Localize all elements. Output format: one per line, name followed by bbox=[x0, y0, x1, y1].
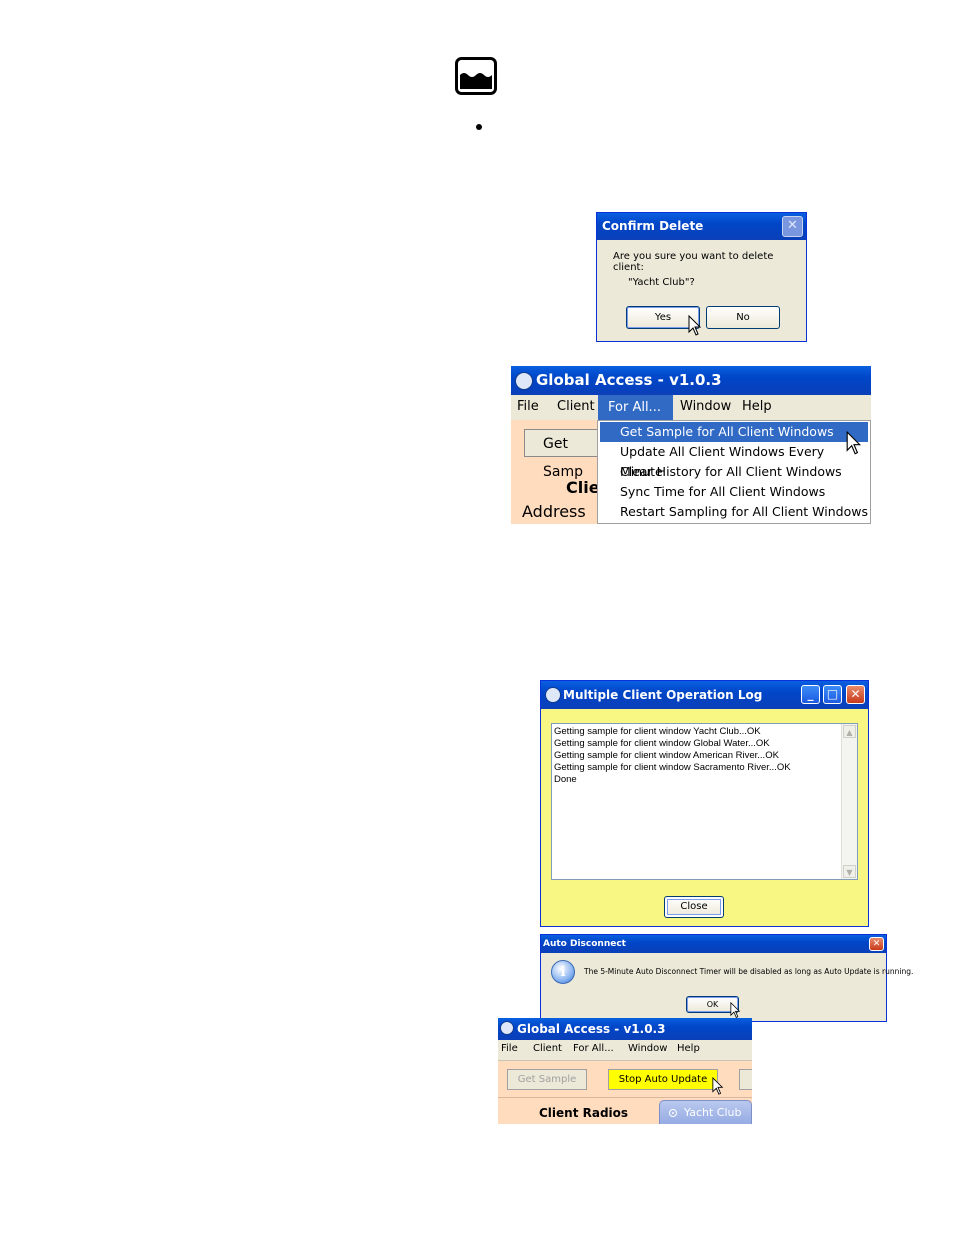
toolbar-button-partial[interactable] bbox=[739, 1069, 752, 1090]
tab-yacht-club[interactable]: Yacht Club bbox=[659, 1100, 752, 1124]
for-all-dropdown-menu: Get Sample for All Client Windows Update… bbox=[597, 420, 871, 524]
close-icon[interactable]: ✕ bbox=[869, 937, 884, 951]
mouse-cursor-icon bbox=[730, 1002, 741, 1018]
auto-disconnect-dialog: Auto Disconnect ✕ i The 5-Minute Auto Di… bbox=[540, 934, 913, 1022]
menu-file[interactable]: File bbox=[517, 399, 539, 414]
minimize-icon[interactable]: _ bbox=[801, 685, 820, 704]
menu-for-all[interactable]: For All... bbox=[598, 395, 673, 420]
log-line: Getting sample for client window Sacrame… bbox=[554, 762, 791, 773]
clients-heading: Clie bbox=[566, 478, 600, 497]
menu-item-sync-time-all[interactable]: Sync Time for All Client Windows bbox=[600, 482, 868, 502]
menu-bar: File Client For All... Window Help bbox=[511, 395, 871, 421]
global-access-window-2: Global Access - v1.0.3 File Client For A… bbox=[498, 1018, 752, 1124]
app-icon bbox=[545, 687, 561, 703]
bullet bbox=[476, 124, 482, 130]
dialog-title: Auto Disconnect bbox=[543, 939, 626, 949]
log-line: Getting sample for client window Yacht C… bbox=[554, 726, 761, 737]
water-waves-icon bbox=[455, 57, 497, 95]
scroll-up-icon[interactable]: ▲ bbox=[843, 725, 856, 738]
menu-help[interactable]: Help bbox=[677, 1043, 700, 1054]
radio-dot-icon bbox=[669, 1109, 677, 1117]
menu-help[interactable]: Help bbox=[742, 399, 772, 414]
menu-item-restart-sampling-all[interactable]: Restart Sampling for All Client Windows bbox=[600, 502, 868, 522]
menu-window[interactable]: Window bbox=[628, 1043, 667, 1054]
main-panel: Get Samp Clie Address B bbox=[511, 420, 604, 524]
dialog-title-bar: Auto Disconnect ✕ bbox=[541, 935, 886, 953]
window-title-bar: Global Access - v1.0.3 bbox=[511, 366, 871, 395]
menu-item-update-all-every-minute[interactable]: Update All Client Windows Every Minute bbox=[600, 442, 868, 479]
menu-window[interactable]: Window bbox=[680, 399, 731, 414]
auto-disconnect-message: The 5-Minute Auto Disconnect Timer will … bbox=[584, 967, 914, 976]
mouse-cursor-icon bbox=[688, 315, 702, 336]
window-title-bar: Multiple Client Operation Log _ □ ✕ bbox=[541, 681, 868, 709]
app-icon bbox=[500, 1021, 514, 1035]
menu-item-get-sample-all[interactable]: Get Sample for All Client Windows bbox=[600, 422, 868, 442]
mouse-cursor-icon bbox=[846, 431, 862, 455]
window-title-bar: Global Access - v1.0.3 bbox=[498, 1018, 752, 1040]
window-title: Global Access - v1.0.3 bbox=[536, 371, 722, 389]
scroll-down-icon[interactable]: ▼ bbox=[843, 865, 856, 878]
global-access-window-1: Global Access - v1.0.3 File Client For A… bbox=[511, 366, 871, 524]
menu-bar: File Client For All... Window Help bbox=[498, 1040, 752, 1061]
mouse-cursor-icon bbox=[712, 1077, 724, 1095]
menu-file[interactable]: File bbox=[501, 1043, 518, 1054]
dialog-title-bar: Confirm Delete ✕ bbox=[597, 213, 806, 240]
menu-client[interactable]: Client bbox=[533, 1043, 562, 1054]
close-icon[interactable]: ✕ bbox=[846, 685, 865, 704]
stop-auto-update-button[interactable]: Stop Auto Update bbox=[608, 1069, 718, 1090]
menu-item-clear-history-all[interactable]: Clear History for All Client Windows bbox=[600, 462, 868, 482]
dialog-title: Confirm Delete bbox=[602, 219, 704, 233]
no-button[interactable]: No bbox=[706, 306, 780, 329]
log-text-area[interactable]: Getting sample for client window Yacht C… bbox=[551, 723, 858, 880]
confirm-delete-dialog: Confirm Delete ✕ Are you sure you want t… bbox=[596, 212, 807, 342]
menu-client[interactable]: Client bbox=[557, 399, 595, 414]
vertical-scrollbar[interactable]: ▲ ▼ bbox=[841, 724, 857, 879]
maximize-icon[interactable]: □ bbox=[823, 685, 842, 704]
get-sample-button[interactable]: Get Samp bbox=[524, 429, 604, 480]
get-sample-button[interactable]: Get Sample bbox=[507, 1069, 587, 1090]
info-icon: i bbox=[551, 960, 575, 984]
log-line: Done bbox=[554, 774, 577, 785]
operation-log-window: Multiple Client Operation Log _ □ ✕ Gett… bbox=[540, 680, 869, 927]
close-button[interactable]: Close bbox=[664, 896, 724, 918]
close-icon[interactable]: ✕ bbox=[782, 216, 803, 237]
confirm-message: Are you sure you want to delete client: bbox=[613, 251, 774, 273]
window-title: Multiple Client Operation Log bbox=[563, 688, 763, 702]
menu-for-all[interactable]: For All... bbox=[573, 1043, 614, 1054]
toolbar: Get Sample Stop Auto Update bbox=[498, 1061, 752, 1098]
client-area: Client Radios Yacht Club bbox=[498, 1098, 752, 1124]
client-name-text: "Yacht Club"? bbox=[628, 277, 695, 288]
client-radios-label: Client Radios bbox=[539, 1106, 629, 1120]
window-title: Global Access - v1.0.3 bbox=[517, 1022, 666, 1036]
app-icon bbox=[515, 372, 533, 390]
log-line: Getting sample for client window Global … bbox=[554, 738, 770, 749]
address-label: Address B bbox=[522, 502, 586, 524]
tab-label: Yacht Club bbox=[684, 1106, 742, 1119]
log-line: Getting sample for client window America… bbox=[554, 750, 779, 761]
